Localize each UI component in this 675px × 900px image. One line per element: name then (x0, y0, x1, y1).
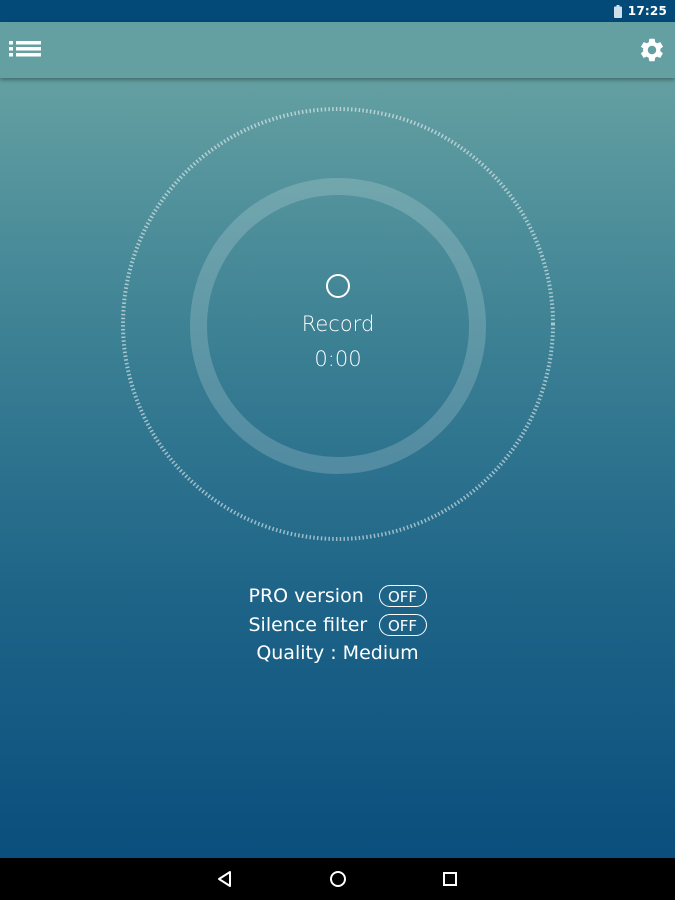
home-circle-icon[interactable] (328, 869, 348, 889)
battery-icon (613, 4, 622, 18)
record-button[interactable]: Record 0:00 (238, 258, 438, 398)
menu-list-icon[interactable] (8, 36, 42, 64)
silence-filter-label: Silence filter (248, 613, 368, 636)
navigation-bar (0, 858, 675, 900)
silence-filter-row: Silence filter OFF (0, 610, 675, 639)
options-panel: PRO version OFF Silence filter OFF Quali… (0, 581, 675, 668)
status-bar: 17:25 (0, 0, 675, 22)
record-timer: 0:00 (314, 347, 362, 371)
pro-version-row: PRO version OFF (0, 581, 675, 610)
record-label: Record (301, 312, 375, 336)
app-bar (0, 22, 675, 78)
status-right-group: 17:25 (613, 0, 667, 22)
pro-version-label: PRO version (248, 584, 364, 607)
recents-square-icon[interactable] (440, 869, 460, 889)
settings-gear-icon[interactable] (638, 36, 666, 64)
quality-setting[interactable]: Quality : Medium (0, 639, 675, 668)
back-triangle-icon[interactable] (215, 869, 235, 889)
pro-version-toggle[interactable]: OFF (378, 584, 427, 607)
silence-filter-toggle[interactable]: OFF (378, 613, 427, 636)
status-time: 17:25 (627, 4, 667, 18)
main-area: Record 0:00 PRO version OFF Silence filt… (0, 78, 675, 858)
record-circle-icon (326, 274, 350, 298)
